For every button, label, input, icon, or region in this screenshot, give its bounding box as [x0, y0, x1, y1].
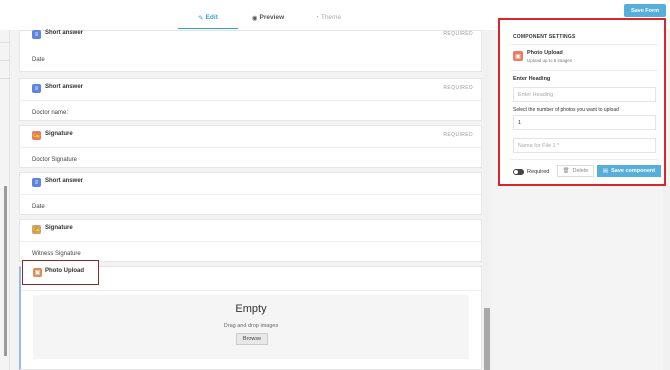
card-type: Short answer: [45, 30, 84, 36]
required-tag: REQUIRED: [443, 31, 473, 37]
signature-icon: ✍: [32, 225, 41, 234]
gutter-indicator: [4, 186, 7, 356]
card-header: ✍ Signature REQUIRED: [20, 126, 481, 148]
divider: [510, 159, 658, 160]
gutter-divider: [0, 42, 10, 43]
trash-icon: 🗑: [562, 168, 570, 174]
tab-preview-label: Preview: [259, 14, 285, 21]
card-header: ≡ Short answer REQUIRED: [20, 25, 481, 47]
card-label: Date: [32, 57, 45, 63]
card-type: Signature: [45, 225, 73, 231]
card-type: Short answer: [45, 178, 84, 184]
image-icon: ▣: [513, 51, 523, 61]
delete-button[interactable]: 🗑 Delete: [557, 165, 594, 177]
form-canvas: ≡ Short answer REQUIRED Date ≡ Short ans…: [10, 30, 494, 370]
form-card[interactable]: ≡ Short answer REQUIRED Doctor name:: [19, 78, 482, 121]
settings-title: COMPONENT SETTINGS: [513, 34, 576, 40]
card-header: ≡ Short answer: [20, 173, 481, 195]
card-header: ✍ Signature: [20, 220, 481, 242]
save-form-button[interactable]: Save Form: [624, 4, 666, 17]
text-icon: ≡: [32, 30, 41, 39]
photo-upload-tag[interactable]: ▣ Photo Upload: [22, 260, 99, 285]
signature-icon: ✍: [32, 131, 41, 140]
component-subtitle: Upload up to 6 images: [527, 58, 573, 63]
divider: [510, 70, 658, 71]
eye-icon: ◉: [251, 15, 258, 22]
component-settings-panel: COMPONENT SETTINGS ▣ Photo Upload Upload…: [498, 18, 666, 186]
save-component-label: Save component: [611, 168, 656, 174]
gutter-divider: [0, 78, 10, 79]
image-icon: ▣: [33, 268, 42, 277]
save-icon: ▤: [602, 168, 609, 174]
card-label: Doctor Signature: [32, 157, 78, 163]
required-tag: REQUIRED: [443, 85, 473, 91]
dropzone-subtitle: Drag and drop images: [223, 323, 279, 329]
text-icon: ≡: [32, 84, 41, 93]
canvas-scrollbar[interactable]: [483, 30, 491, 370]
gutter-divider: [0, 60, 10, 61]
pencil-icon: ✎: [198, 15, 204, 22]
save-component-button[interactable]: ▤ Save component: [597, 165, 661, 177]
form-card[interactable]: ≡ Short answer Date: [19, 172, 482, 215]
card-type: Short answer: [45, 84, 84, 90]
photo-upload-title: Photo Upload: [45, 268, 84, 274]
tab-theme-label: Theme: [320, 14, 342, 21]
browse-button[interactable]: Browse: [236, 333, 268, 345]
palette-icon: ◔: [314, 14, 319, 21]
card-label: Date: [32, 204, 45, 210]
divider: [510, 44, 658, 45]
photo-dropzone[interactable]: Empty Drag and drop images Browse: [33, 295, 469, 359]
component-name: Photo Upload: [527, 50, 563, 56]
required-toggle[interactable]: [513, 169, 524, 175]
heading-input[interactable]: [513, 87, 656, 102]
photos-count-label: Select the number of photos you want to …: [513, 107, 619, 113]
dropzone-title: Empty: [235, 303, 267, 315]
required-tag: REQUIRED: [443, 132, 473, 138]
form-card[interactable]: ≡ Short answer REQUIRED Date: [19, 30, 482, 72]
photos-count-input[interactable]: [513, 115, 656, 130]
card-label: Witness Signature: [32, 251, 81, 257]
tab-edit-label: Edit: [205, 14, 218, 21]
form-card[interactable]: ✍ Signature REQUIRED Doctor Signature: [19, 125, 482, 168]
card-header: ≡ Short answer REQUIRED: [20, 79, 481, 101]
form-card[interactable]: ✍ Signature Witness Signature: [19, 219, 482, 262]
required-label: Required: [527, 169, 550, 175]
card-type: Signature: [45, 131, 73, 137]
card-label: Doctor name:: [32, 110, 69, 116]
canvas-scroll-thumb[interactable]: [484, 308, 490, 370]
page-scrollbar[interactable]: [663, 186, 670, 370]
delete-label: Delete: [572, 168, 589, 174]
file-name-input[interactable]: [513, 138, 656, 153]
heading-label: Enter Heading: [513, 76, 551, 82]
text-icon: ≡: [32, 178, 41, 187]
